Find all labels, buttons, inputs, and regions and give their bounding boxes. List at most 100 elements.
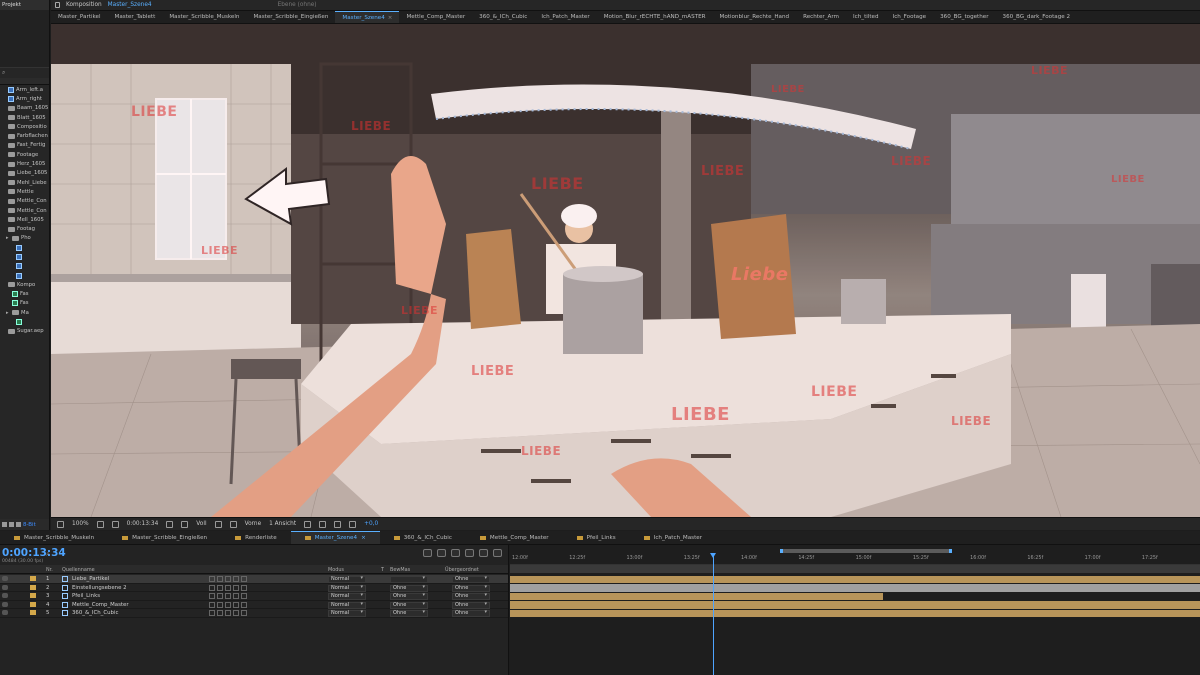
layer-row[interactable]: 4 Mettle_Comp_Master Normal Ohne Ohne xyxy=(0,601,508,610)
comp-tab[interactable]: Master_Szene4 × xyxy=(335,11,400,23)
mask-icon[interactable] xyxy=(111,520,119,528)
blend-mode-dropdown[interactable]: Normal xyxy=(328,601,366,609)
project-item[interactable] xyxy=(0,262,49,271)
snapshot-icon[interactable] xyxy=(166,520,174,528)
layer-panel-title[interactable]: Ebene (ohne) xyxy=(278,2,317,8)
timeline-tab[interactable]: Master_Szene4 × xyxy=(290,531,380,544)
timeline-search-icon[interactable]: ⌕ xyxy=(46,550,50,559)
lock-icon[interactable] xyxy=(55,2,60,8)
current-time-display[interactable]: 0:00:13:34 xyxy=(2,547,66,559)
switch-toggle[interactable] xyxy=(233,584,239,591)
project-item[interactable]: Fas xyxy=(0,290,49,299)
always-preview-icon[interactable] xyxy=(57,520,64,528)
column-track-matte[interactable]: BewMas xyxy=(390,567,410,573)
project-item[interactable]: Baam_1605 xyxy=(0,104,49,113)
project-item[interactable]: Compositio xyxy=(0,122,49,131)
layer-row[interactable]: 3 Pfeil_Links Normal Ohne Ohne xyxy=(0,592,508,601)
interpret-footage-icon[interactable] xyxy=(2,522,7,527)
switch-toggle[interactable] xyxy=(217,601,223,608)
composition-name[interactable]: Master_Szene4 xyxy=(108,2,152,8)
layer-label-color[interactable] xyxy=(30,593,36,599)
fast-previews-icon[interactable] xyxy=(319,520,327,528)
column-preserve-transparency[interactable]: T xyxy=(381,567,384,573)
track-matte-dropdown[interactable]: Ohne xyxy=(390,610,428,618)
visibility-eye-icon[interactable] xyxy=(2,610,8,616)
resolution-dropdown[interactable]: Voll xyxy=(196,521,206,527)
project-item[interactable]: Sugar.aep xyxy=(0,327,49,336)
channel-icon[interactable] xyxy=(181,520,189,528)
draft-3d-icon[interactable] xyxy=(437,549,446,557)
project-item[interactable]: Herz_1605 xyxy=(0,159,49,168)
timeline-tab[interactable]: Renderliste xyxy=(221,531,291,544)
parent-dropdown[interactable]: Ohne xyxy=(452,601,490,609)
column-mode[interactable]: Modus xyxy=(328,567,344,573)
switch-toggle[interactable] xyxy=(209,593,215,600)
graph-editor-icon[interactable] xyxy=(493,549,502,557)
composition-viewer[interactable]: LIEBE LIEBE LIEBE LIEBE LIEBE LIEBE LIEBE LIEBE… xyxy=(51,24,1200,517)
layer-duration-bar[interactable] xyxy=(510,601,1200,609)
visibility-eye-icon[interactable] xyxy=(2,593,8,599)
comp-tab[interactable]: Master_Scribble_Muskeln xyxy=(162,11,246,23)
comp-tab[interactable]: Motionblur_Rechte_Hand xyxy=(713,11,797,23)
layer-name[interactable]: Pfeil_Links xyxy=(72,593,100,599)
project-item[interactable] xyxy=(0,243,49,252)
visibility-eye-icon[interactable] xyxy=(2,601,8,607)
blend-mode-dropdown[interactable]: Normal xyxy=(328,584,366,592)
comp-tab[interactable]: 360_BG_together xyxy=(933,11,995,23)
switch-toggle[interactable] xyxy=(225,593,231,600)
switch-toggle[interactable] xyxy=(241,610,247,617)
comp-tab[interactable]: Ich_Footage xyxy=(886,11,934,23)
layer-name[interactable]: Einstellungsebene 2 xyxy=(72,585,127,591)
close-tab-icon[interactable]: × xyxy=(388,15,393,21)
project-item[interactable] xyxy=(0,252,49,261)
parent-dropdown[interactable]: Ohne xyxy=(452,584,490,592)
switch-toggle[interactable] xyxy=(209,601,215,608)
bit-depth-button[interactable]: 8-Bit xyxy=(23,522,36,528)
timeline-tab[interactable]: Ich_Patch_Master xyxy=(630,531,716,544)
switch-toggle[interactable] xyxy=(225,576,231,582)
switch-toggle[interactable] xyxy=(217,610,223,617)
time-ruler[interactable]: 12:00f 12:25f 13:00f 13:25f 14:00f 14:25f 15:0… xyxy=(510,553,1200,565)
switch-toggle[interactable] xyxy=(233,576,239,582)
switch-toggle[interactable] xyxy=(225,584,231,591)
layer-label-color[interactable] xyxy=(30,610,36,616)
zoom-dropdown[interactable]: 100% xyxy=(72,521,89,527)
frame-blending-icon[interactable] xyxy=(465,549,474,557)
switch-toggle[interactable] xyxy=(233,610,239,617)
project-item[interactable]: Mettle_Con xyxy=(0,197,49,206)
switch-toggle[interactable] xyxy=(241,584,247,591)
project-item[interactable]: Arm_right xyxy=(0,94,49,103)
project-item[interactable]: Farbflachen xyxy=(0,131,49,140)
project-item[interactable]: Kompo xyxy=(0,280,49,289)
layer-label-color[interactable] xyxy=(30,576,36,581)
flowchart-icon[interactable] xyxy=(349,520,357,528)
comp-tab[interactable]: Master_Tablett xyxy=(108,11,163,23)
layer-row[interactable]: 1 Liebe_Partikel Normal Ohne xyxy=(0,575,508,584)
disclosure-triangle-icon[interactable]: ▸ xyxy=(6,235,10,241)
switch-toggle[interactable] xyxy=(233,601,239,608)
project-item[interactable]: ▸ Ma xyxy=(0,308,49,317)
transparency-grid-icon[interactable] xyxy=(229,520,237,528)
view-layout-dropdown[interactable]: 1 Ansicht xyxy=(269,521,296,527)
layer-row[interactable]: 2 Einstellungsebene 2 Normal Ohne Ohne xyxy=(0,584,508,593)
visibility-eye-icon[interactable] xyxy=(2,576,8,581)
switch-toggle[interactable] xyxy=(241,593,247,600)
track-matte-dropdown[interactable]: Ohne xyxy=(390,601,428,609)
layer-duration-bar[interactable] xyxy=(510,609,1200,618)
timeline-tab[interactable]: Pfeil_Links xyxy=(563,531,630,544)
grid-icon[interactable] xyxy=(96,520,104,528)
timeline-icon[interactable] xyxy=(334,520,342,528)
project-item[interactable]: Arm_left.a xyxy=(0,85,49,94)
switch-toggle[interactable] xyxy=(225,610,231,617)
track-matte-dropdown[interactable] xyxy=(390,576,428,583)
layer-duration-bar[interactable] xyxy=(510,575,1200,584)
switch-toggle[interactable] xyxy=(225,601,231,608)
comp-tab[interactable]: 360_&_ICh_Cubic xyxy=(472,11,534,23)
timeline-tab[interactable]: Master_Scribble_Muskeln xyxy=(0,531,108,544)
parent-dropdown[interactable]: Ohne xyxy=(452,593,490,601)
close-tab-icon[interactable]: × xyxy=(361,531,366,544)
switch-toggle[interactable] xyxy=(233,593,239,600)
blend-mode-dropdown[interactable]: Normal xyxy=(328,576,366,583)
parent-dropdown[interactable]: Ohne xyxy=(452,576,490,583)
comp-tab[interactable]: 360_BG_dark_Footage 2 xyxy=(996,11,1077,23)
